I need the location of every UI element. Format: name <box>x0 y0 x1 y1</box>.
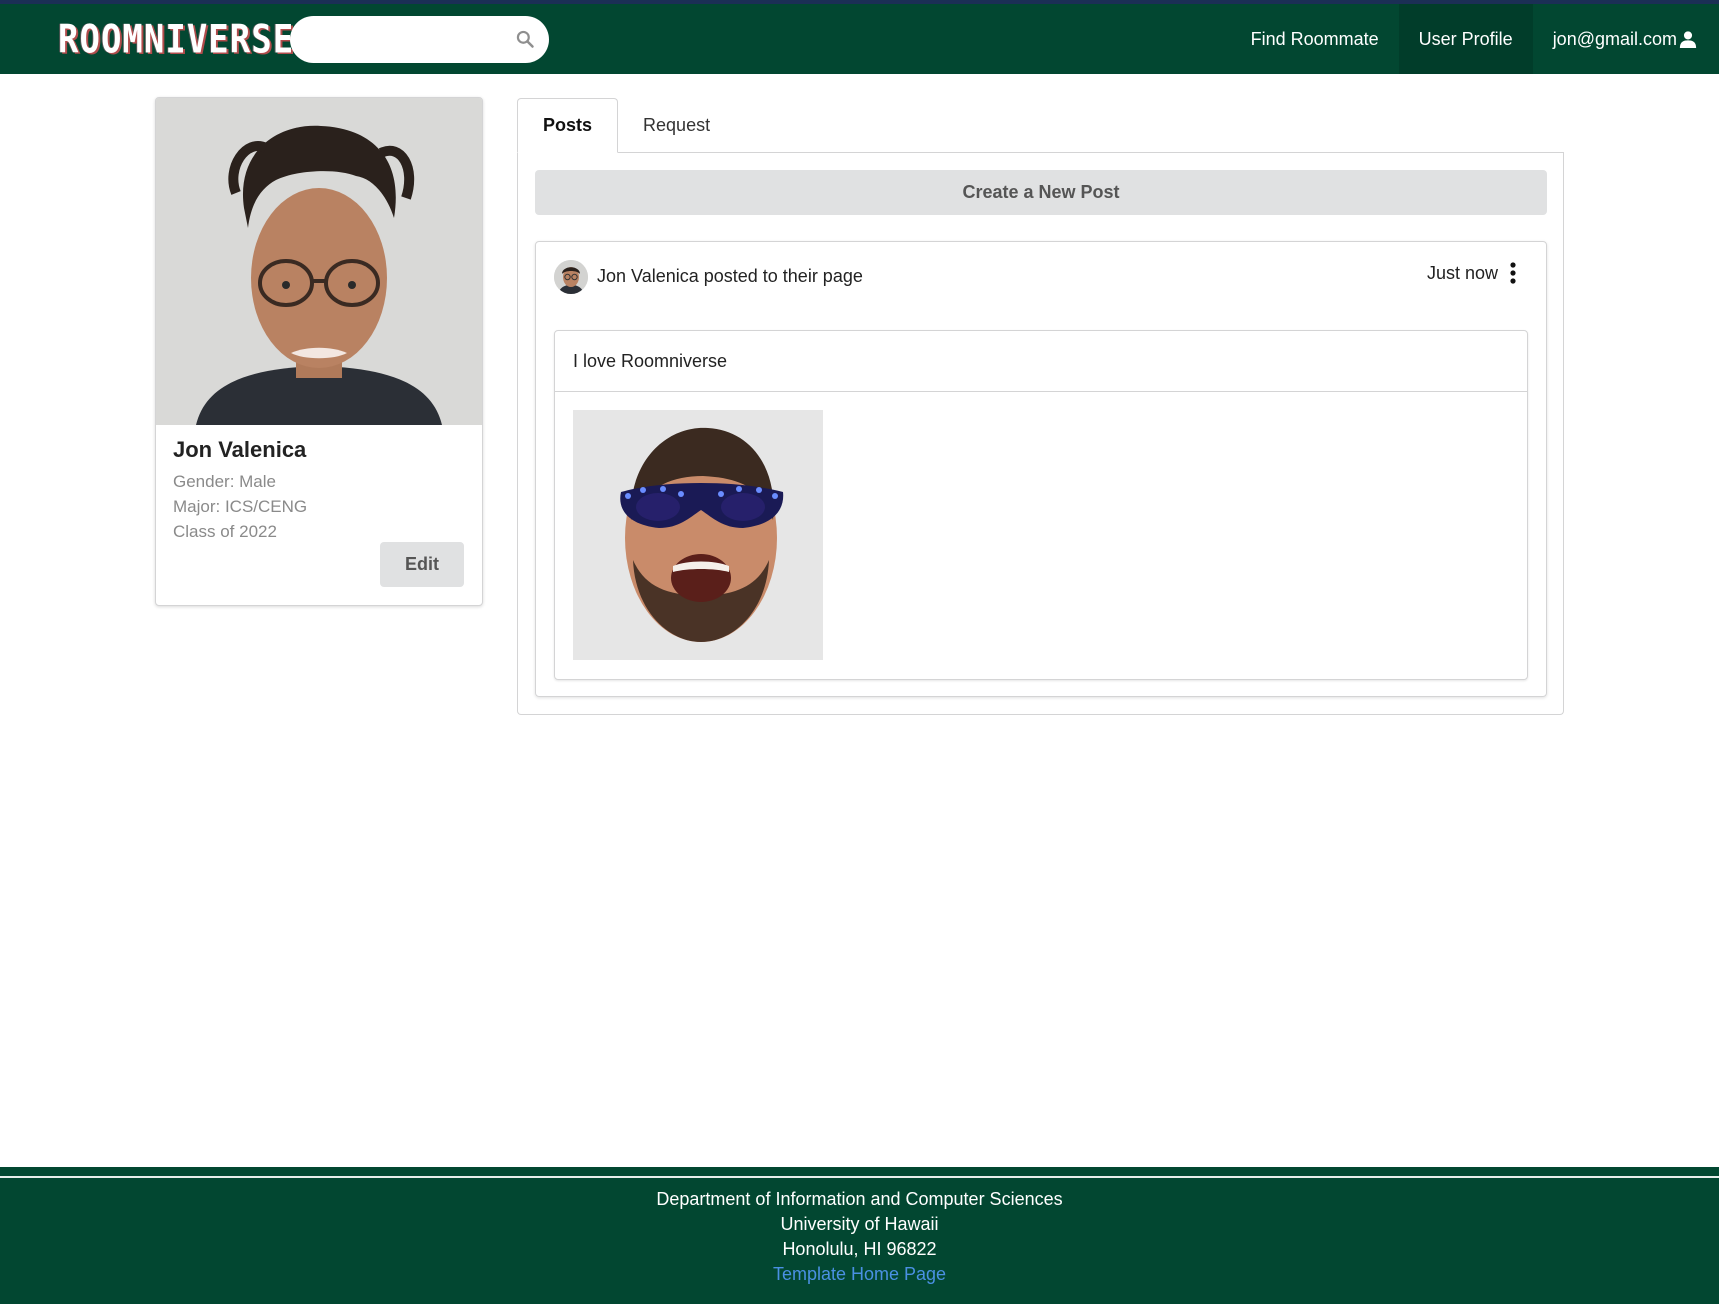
nav-links: Find Roommate User Profile jon@gmail.com <box>1231 4 1719 74</box>
template-home-link[interactable]: Template Home Page <box>0 1262 1719 1287</box>
footer-divider <box>0 1176 1719 1178</box>
footer-address: Honolulu, HI 96822 <box>782 1239 937 1259</box>
profile-info: Jon Valenica Gender: Male Major: ICS/CEN… <box>156 425 482 556</box>
user-account-menu[interactable]: jon@gmail.com <box>1533 4 1719 74</box>
create-post-button[interactable]: Create a New Post <box>535 170 1547 215</box>
logo-text: ROOMNIVERSE <box>58 17 295 63</box>
posts-panel: Create a New Post Jon Valenica posted to… <box>517 153 1564 715</box>
nav-user-profile[interactable]: User Profile <box>1398 4 1533 74</box>
profile-class-year: Class of 2022 <box>173 522 277 541</box>
profile-photo <box>156 98 482 425</box>
post-timestamp: Just now <box>1426 263 1498 283</box>
footer-department: Department of Information and Computer S… <box>656 1189 1063 1209</box>
roomniverse-logo[interactable]: ROOMNIVERSE <box>58 17 295 63</box>
profile-card: Jon Valenica Gender: Male Major: ICS/CEN… <box>155 97 483 606</box>
user-icon <box>1679 31 1697 48</box>
more-options-icon[interactable] <box>1509 262 1517 284</box>
avatar[interactable] <box>554 260 588 294</box>
post-image[interactable] <box>573 410 823 660</box>
post-author-line: Jon Valenica posted to their page <box>597 266 863 286</box>
navbar: ROOMNIVERSE Find Roommate User Profile j… <box>0 4 1719 74</box>
profile-gender: Gender: Male <box>173 472 276 491</box>
profile-tabs: Posts Request Create a New Post Jon Vale… <box>517 98 1564 715</box>
tab-request[interactable]: Request <box>618 98 735 153</box>
profile-name: Jon Valenica <box>173 437 307 462</box>
post-card: Jon Valenica posted to their page Just n… <box>535 241 1547 697</box>
post-content: I love Roomniverse <box>554 330 1528 680</box>
search-icon[interactable] <box>515 29 535 49</box>
edit-profile-button[interactable]: Edit <box>380 542 464 587</box>
nav-find-roommate[interactable]: Find Roommate <box>1231 4 1399 74</box>
profile-major: Major: ICS/CENG <box>173 497 308 516</box>
footer: Department of Information and Computer S… <box>0 1167 1719 1304</box>
footer-university: University of Hawaii <box>780 1214 939 1234</box>
tab-bar: Posts Request <box>517 98 1564 153</box>
footer-text: Department of Information and Computer S… <box>0 1187 1719 1287</box>
post-text: I love Roomniverse <box>555 331 1527 392</box>
search-input[interactable] <box>290 16 549 63</box>
user-email: jon@gmail.com <box>1552 28 1677 49</box>
tab-posts[interactable]: Posts <box>517 98 619 153</box>
